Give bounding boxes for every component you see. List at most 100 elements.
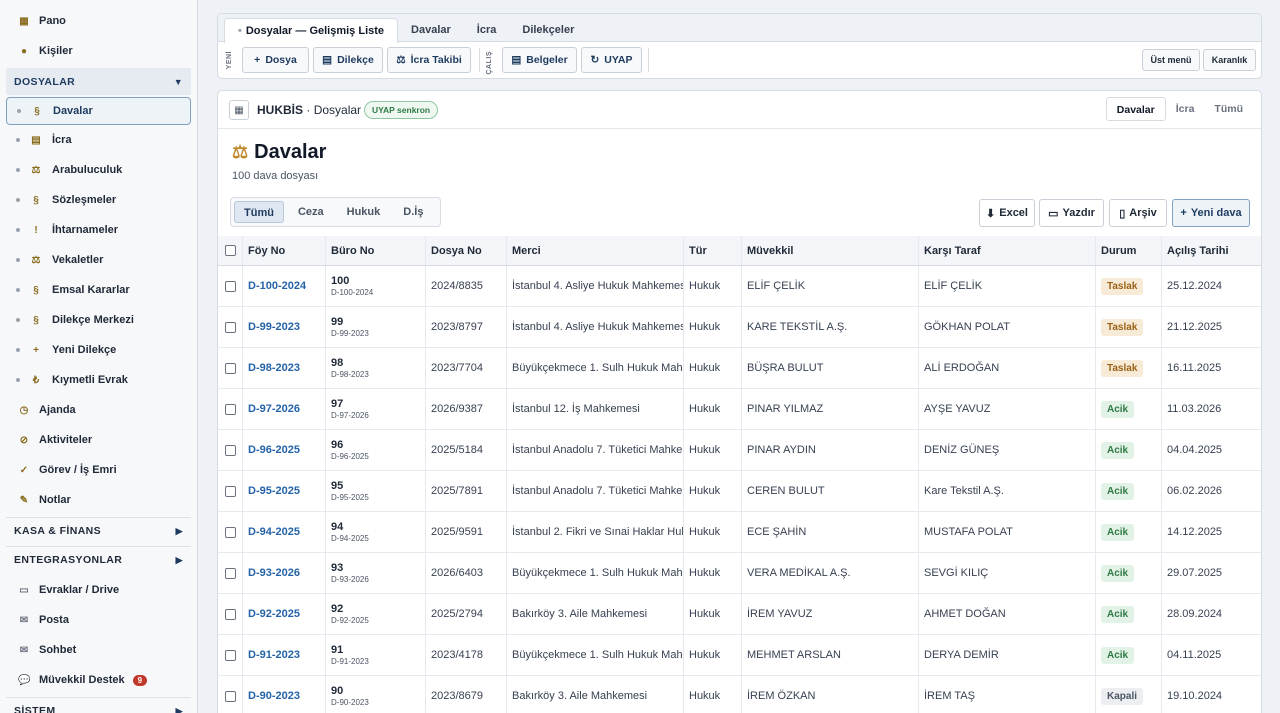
section-entegrasyonlar[interactable]: ENTEGRASYONLAR ▶ xyxy=(6,546,191,573)
column-header[interactable]: Tür xyxy=(684,236,742,265)
row-checkbox[interactable] xyxy=(224,567,236,579)
filter-dis[interactable]: D.İş xyxy=(394,201,432,223)
foy-no-link[interactable]: D-98-2023 xyxy=(243,348,326,388)
durum-cell: Acik xyxy=(1096,512,1162,552)
sidebar-item-mid-3[interactable]: ✎ Notlar xyxy=(0,485,197,515)
sidebar-item-0[interactable]: § Davalar xyxy=(6,97,191,125)
scope-icra[interactable]: İcra xyxy=(1166,97,1205,121)
table-row[interactable]: D-98-2023 98 D-98-2023 2023/7704 Büyükçekmec… xyxy=(218,348,1261,389)
row-checkbox[interactable] xyxy=(224,280,236,292)
sidebar-item-6[interactable]: § Emsal Kararlar xyxy=(6,275,191,305)
row-checkbox[interactable] xyxy=(224,690,236,702)
table-row[interactable]: D-97-2026 97 D-97-2026 2026/9387 İstanbul 12… xyxy=(218,389,1261,430)
new-petition-button[interactable]: ▤ Dilekçe xyxy=(313,47,383,73)
scope-davalar[interactable]: Davalar xyxy=(1105,97,1166,121)
print-button[interactable]: ▭ Yazdır xyxy=(1039,199,1104,227)
row-checkbox[interactable] xyxy=(224,526,236,538)
select-all-checkbox[interactable] xyxy=(224,245,236,256)
column-header[interactable]: Durum xyxy=(1096,236,1162,265)
table-row[interactable]: D-99-2023 99 D-99-2023 2023/8797 İstanbul 4.… xyxy=(218,307,1261,348)
table-row[interactable]: D-96-2025 96 D-96-2025 2025/5184 İstanbul An… xyxy=(218,430,1261,471)
sidebar-item-mid-1[interactable]: ⊘ Aktiviteler xyxy=(0,425,197,455)
row-checkbox[interactable] xyxy=(224,321,236,333)
section-dosyalar[interactable]: DOSYALAR ▼ xyxy=(6,68,191,95)
row-checkbox[interactable] xyxy=(224,485,236,497)
scope-tumu[interactable]: Tümü xyxy=(1204,97,1253,121)
sidebar-item-7[interactable]: § Dilekçe Merkezi xyxy=(6,305,191,335)
archive-button[interactable]: ▯ Arşiv xyxy=(1109,199,1167,227)
tab-dilekceler[interactable]: Dilekçeler xyxy=(509,18,587,42)
foy-no-link[interactable]: D-97-2026 xyxy=(243,389,326,429)
column-header[interactable]: Dosya No xyxy=(426,236,507,265)
tab-davalar[interactable]: Davalar xyxy=(398,18,464,42)
column-header[interactable]: Açılış Tarihi xyxy=(1162,236,1261,265)
row-checkbox[interactable] xyxy=(224,444,236,456)
foy-no-link[interactable]: D-96-2025 xyxy=(243,430,326,470)
row-checkbox[interactable] xyxy=(224,649,236,661)
export-excel-button[interactable]: ⬇ Excel xyxy=(979,199,1035,227)
table-row[interactable]: D-92-2025 92 D-92-2025 2025/2794 Bakırköy 3.… xyxy=(218,594,1261,635)
table-row[interactable]: D-90-2023 90 D-90-2023 2023/8679 Bakırköy 3.… xyxy=(218,676,1261,713)
enforcement-tracking-button[interactable]: ⚖ İcra Takibi xyxy=(387,47,471,73)
foy-no-link[interactable]: D-95-2025 xyxy=(243,471,326,511)
column-header[interactable]: Karşı Taraf xyxy=(919,236,1096,265)
table-row[interactable]: D-94-2025 94 D-94-2025 2025/9591 İstanbul 2.… xyxy=(218,512,1261,553)
grid-icon[interactable]: ▦ xyxy=(229,100,249,120)
new-case-button[interactable]: + Yeni dava xyxy=(1172,199,1250,227)
sidebar-item-5[interactable]: ⚖ Vekaletler xyxy=(6,245,191,275)
table-row[interactable]: D-100-2024 100 D-100-2024 2024/8835 İstanbul… xyxy=(218,266,1261,307)
chevron-down-icon: ▼ xyxy=(173,76,183,87)
sidebar-item-3[interactable]: § Sözleşmeler xyxy=(6,185,191,215)
sidebar-item-label: Kıymetli Evrak xyxy=(52,374,128,386)
sidebar-item-int-3[interactable]: 💬 Müvekkil Destek 9 xyxy=(0,665,197,695)
sidebar-item-2[interactable]: ⚖ Arabuluculuk xyxy=(6,155,191,185)
scales-icon: ⚖ xyxy=(232,142,249,162)
durum-cell: Acik xyxy=(1096,553,1162,593)
acilis-tarihi: 29.07.2025 xyxy=(1167,567,1223,579)
table-row[interactable]: D-95-2025 95 D-95-2025 2025/7891 İstanbul An… xyxy=(218,471,1261,512)
top-menu-button[interactable]: Üst menü xyxy=(1142,49,1200,71)
column-header[interactable]: Büro No xyxy=(326,236,426,265)
column-header[interactable]: Merci xyxy=(507,236,684,265)
documents-button[interactable]: ▤ Belgeler xyxy=(502,47,577,73)
sidebar-item-8[interactable]: + Yeni Dilekçe xyxy=(6,335,191,365)
filter-ceza[interactable]: Ceza xyxy=(289,201,333,223)
table-row[interactable]: D-91-2023 91 D-91-2023 2023/4178 Büyükçekmec… xyxy=(218,635,1261,676)
tab-icra[interactable]: İcra xyxy=(464,18,510,42)
sidebar-item-int-0[interactable]: ▭ Evraklar / Drive xyxy=(0,575,197,605)
section-sign-icon: § xyxy=(33,314,39,326)
sidebar-item-mid-2[interactable]: ✓ Görev / İş Emri xyxy=(0,455,197,485)
sidebar-item-pano[interactable]: ▦ Pano xyxy=(0,6,197,36)
section-kasa-finans[interactable]: KASA & FİNANS ▶ xyxy=(6,517,191,544)
sidebar-item-int-1[interactable]: ✉ Posta xyxy=(0,605,197,635)
uyap-button[interactable]: ↻ UYAP xyxy=(581,47,642,73)
foy-no-link[interactable]: D-99-2023 xyxy=(243,307,326,347)
foy-no-link[interactable]: D-94-2025 xyxy=(243,512,326,552)
sidebar-item-4[interactable]: ! İhtarnameler xyxy=(6,215,191,245)
foy-no-link[interactable]: D-92-2025 xyxy=(243,594,326,634)
sidebar-item-kisiler[interactable]: ● Kişiler xyxy=(0,36,197,66)
row-checkbox[interactable] xyxy=(224,362,236,374)
foy-no-link[interactable]: D-91-2023 xyxy=(243,635,326,675)
sidebar-item-label: Pano xyxy=(39,15,66,27)
foy-no-link[interactable]: D-90-2023 xyxy=(243,676,326,713)
button-label: Yeni dava xyxy=(1190,207,1242,219)
sidebar-item-mid-0[interactable]: ◷ Ajanda xyxy=(0,395,197,425)
sidebar-item-int-2[interactable]: ✉ Sohbet xyxy=(0,635,197,665)
sidebar-item-1[interactable]: ▤ İcra xyxy=(6,125,191,155)
section-sistem[interactable]: SİSTEM ▶ xyxy=(6,697,191,713)
foy-no-link[interactable]: D-93-2026 xyxy=(243,553,326,593)
row-checkbox[interactable] xyxy=(224,403,236,415)
dark-mode-button[interactable]: Karanlık xyxy=(1203,49,1256,71)
column-header[interactable]: Föy No xyxy=(243,236,326,265)
filter-tumu[interactable]: Tümü xyxy=(234,201,284,223)
column-header[interactable]: Müvekkil xyxy=(742,236,919,265)
row-checkbox[interactable] xyxy=(224,608,236,620)
table-row[interactable]: D-93-2026 93 D-93-2026 2026/6403 Büyükçekmec… xyxy=(218,553,1261,594)
tab-gelismis-liste[interactable]: • Dosyalar — Gelişmiş Liste xyxy=(224,18,399,43)
filter-hukuk[interactable]: Hukuk xyxy=(338,201,390,223)
new-file-button[interactable]: + Dosya xyxy=(242,47,309,73)
bullet-icon xyxy=(16,318,20,322)
foy-no-link[interactable]: D-100-2024 xyxy=(243,266,326,306)
sidebar-item-9[interactable]: ₺ Kıymetli Evrak xyxy=(6,365,191,395)
